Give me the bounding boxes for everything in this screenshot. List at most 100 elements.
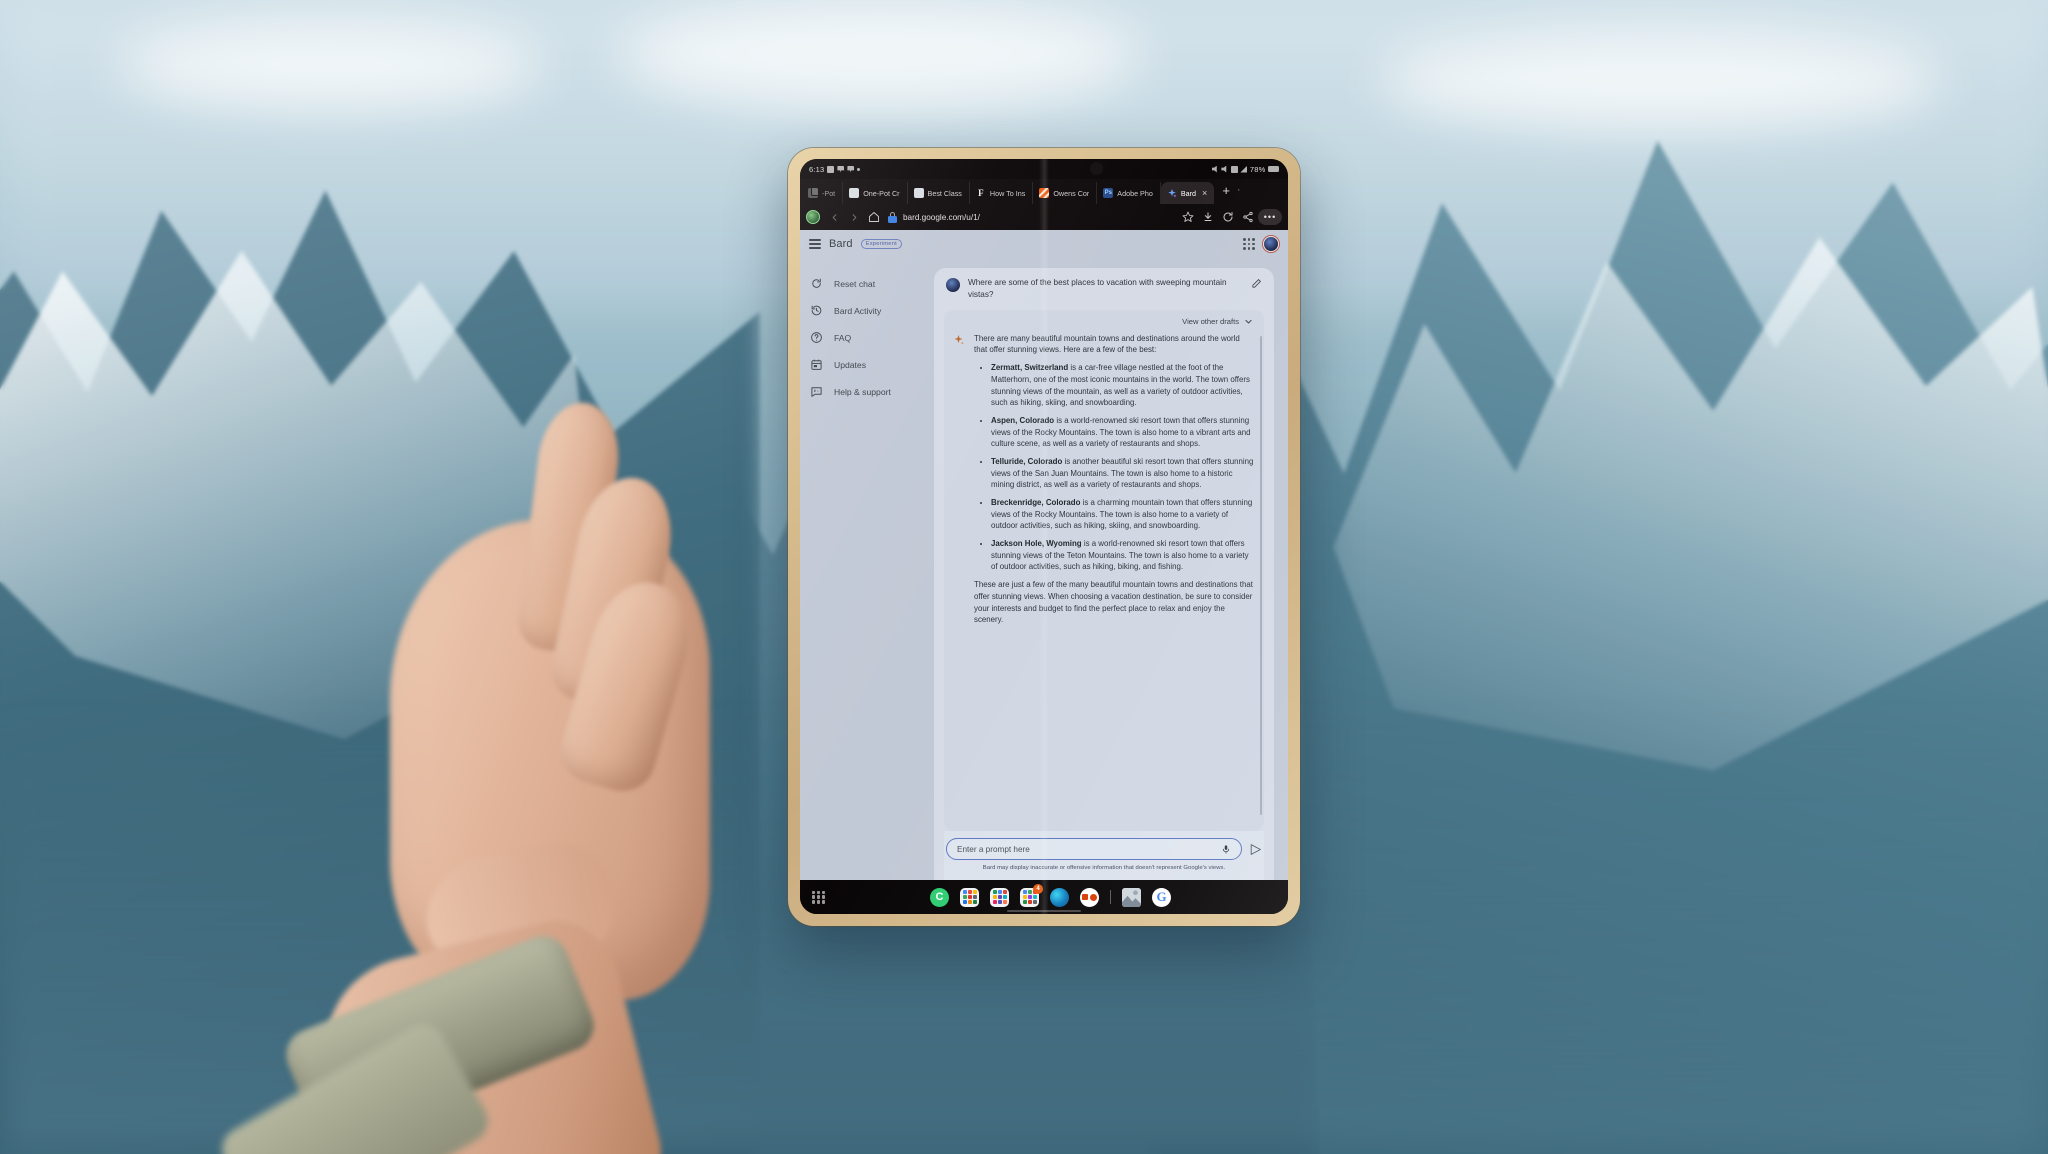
browser-tab[interactable]: Ps Adobe Pho (1097, 182, 1161, 204)
google-apps-grid-icon[interactable] (1243, 238, 1255, 250)
new-tab-button[interactable]: + (1214, 183, 1237, 200)
photo-app-icon[interactable] (1122, 887, 1141, 907)
tab-label: -Pot (822, 188, 836, 198)
microphone-icon[interactable] (1221, 843, 1231, 856)
history-icon (810, 304, 823, 317)
sidebar-item-bard-activity[interactable]: Bard Activity (810, 297, 928, 324)
navigation-pill[interactable] (1007, 909, 1081, 912)
chevron-down-icon (1244, 317, 1253, 326)
folder-app-icon[interactable] (960, 887, 979, 907)
notification-badge: 4 (1033, 883, 1043, 894)
google-app-icon[interactable]: G (1152, 887, 1171, 907)
bookmark-star-icon[interactable] (1178, 207, 1198, 227)
conversation-column: Where are some of the best places to vac… (928, 258, 1288, 880)
message-icon (847, 165, 855, 173)
answer-outro: These are just a few of the many beautif… (974, 580, 1253, 625)
front-camera (1090, 162, 1103, 175)
folder-mini-grid (992, 890, 1007, 904)
office-circle (1089, 893, 1097, 901)
status-bar-right: 78% (1211, 165, 1279, 174)
office-app-icon[interactable] (1080, 887, 1099, 907)
home-icon[interactable] (864, 207, 884, 227)
place-name: Jackson Hole, Wyoming (991, 539, 1082, 549)
browser-toolbar: bard.google.com/u/1/ ••• (800, 204, 1288, 230)
url-text: bard.google.com/u/1/ (903, 212, 980, 222)
browser-tab[interactable]: One-Pot Cr (843, 182, 908, 204)
prompt-input-box[interactable]: Enter a prompt here (946, 838, 1242, 860)
answer-body: There are many beautiful mountain towns … (974, 333, 1255, 632)
message-icon (837, 165, 845, 173)
drafts-label: View other drafts (1182, 316, 1239, 326)
signal-icon (1240, 165, 1248, 173)
close-icon[interactable]: × (1202, 188, 1207, 198)
dot-icon (857, 167, 861, 171)
hand (214, 380, 850, 1154)
composer-area: Enter a prompt here Bard may display ina… (944, 831, 1264, 880)
office-square (1082, 894, 1089, 900)
sidebar-item-updates[interactable]: Updates (810, 351, 928, 378)
bard-header: Bard Experiment (800, 230, 1288, 258)
conversation-card: Where are some of the best places to vac… (934, 268, 1274, 880)
share-icon[interactable] (1238, 207, 1258, 227)
browser-tab[interactable]: F How To Ins (970, 182, 1034, 204)
lock-icon (888, 211, 897, 223)
sidebar-item-label: Help & support (834, 386, 891, 397)
folder-app-icon[interactable]: 4 (1020, 883, 1043, 907)
send-icon[interactable] (1249, 843, 1262, 856)
pencil-icon[interactable] (1251, 278, 1262, 289)
view-other-drafts-button[interactable]: View other drafts (953, 317, 1255, 326)
experiment-badge: Experiment (860, 238, 902, 250)
avatar (946, 278, 960, 292)
feedback-icon (810, 385, 823, 398)
download-icon[interactable] (1198, 207, 1218, 227)
sidebar-item-help-support[interactable]: Help & support (810, 378, 928, 405)
sidebar-item-reset-chat[interactable]: Reset chat (810, 270, 928, 297)
wifi-icon (1230, 165, 1238, 173)
tab-label: Best Class (927, 188, 962, 198)
browser-tab[interactable]: -Pot (802, 182, 844, 204)
tab-label: Owens Cor (1053, 188, 1090, 198)
browser-tab[interactable]: Best Class (908, 182, 970, 204)
place-name: Aspen, Colorado (991, 415, 1055, 425)
reset-icon (810, 277, 823, 290)
bard-response-card: View other drafts There are many beautif… (944, 309, 1264, 831)
address-bar[interactable]: bard.google.com/u/1/ (884, 211, 1178, 223)
scrollbar[interactable] (1260, 335, 1262, 815)
more-options-icon[interactable]: ••• (1258, 209, 1282, 225)
browser-tab-strip[interactable]: -Pot One-Pot Cr Best Class F How To Ins (800, 179, 1288, 204)
dock-apps: C 4 G (825, 883, 1276, 907)
status-bar-time: 6:13 (809, 164, 825, 174)
mute-icon (1221, 165, 1227, 173)
foldable-phone: 6:13 78% -Pot One-Pot Cr Best Class F Ho… (788, 148, 1300, 926)
page-title: Bard (829, 238, 853, 250)
sidebar-item-faq[interactable]: FAQ (810, 324, 928, 351)
folder-app-icon[interactable] (990, 887, 1009, 907)
reload-icon[interactable] (1218, 207, 1238, 227)
browser-tab-active[interactable]: Bard × (1160, 182, 1215, 204)
edge-browser-app-icon[interactable] (1050, 887, 1069, 907)
avatar[interactable] (1263, 236, 1279, 252)
all-apps-icon[interactable] (812, 890, 825, 904)
bard-page: Bard Experiment Reset chat Bard Activity… (800, 230, 1288, 880)
tab-stack-icon (808, 188, 818, 198)
disclaimer-text: Bard may display inaccurate or offensive… (982, 865, 1226, 871)
browser-tab[interactable]: Owens Cor (1033, 182, 1098, 204)
dock-divider (1110, 890, 1111, 904)
list-item: Aspen, Colorado is a world-renowned ski … (991, 415, 1255, 450)
f-icon: F (978, 188, 984, 198)
tab-overflow-icon[interactable]: · (1237, 184, 1241, 199)
place-name: Zermatt, Switzerland (991, 363, 1069, 373)
phone-app-icon[interactable]: C (930, 887, 949, 907)
tab-label: One-Pot Cr (863, 188, 900, 198)
hamburger-menu-icon[interactable] (809, 239, 821, 249)
search-input[interactable]: Enter a prompt here (957, 845, 1215, 854)
owens-corning-icon (1039, 188, 1050, 198)
back-icon[interactable] (824, 207, 844, 227)
forward-icon[interactable] (844, 207, 864, 227)
answer-list: Zermatt, Switzerland is a car-free villa… (974, 362, 1255, 573)
place-name: Breckenridge, Colorado (991, 498, 1081, 508)
list-item: Jackson Hole, Wyoming is a world-renowne… (991, 538, 1255, 573)
sidebar-item-label: Bard Activity (834, 305, 882, 316)
profile-icon[interactable] (806, 210, 820, 224)
place-name: Telluride, Colorado (991, 456, 1063, 466)
